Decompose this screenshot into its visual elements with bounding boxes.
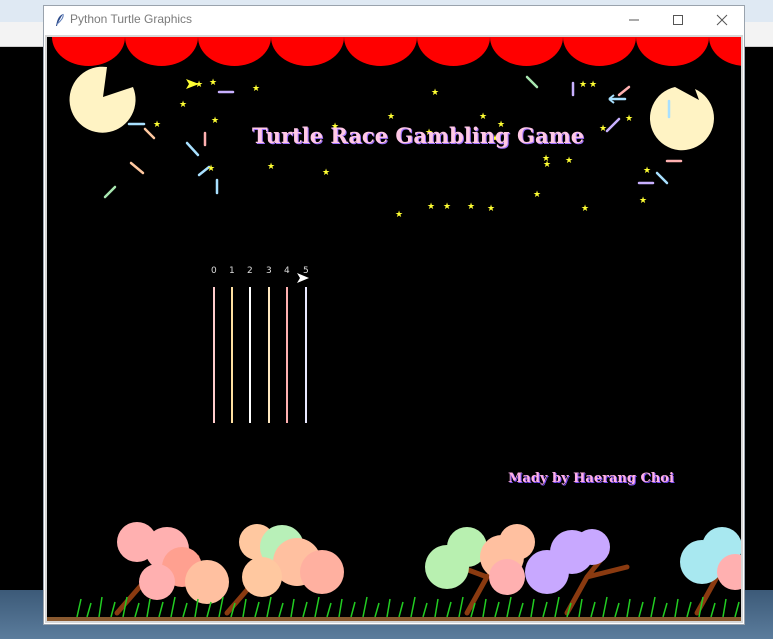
star: ★	[639, 196, 647, 206]
lane-number-3: 3	[266, 266, 272, 276]
pacman-right	[649, 87, 714, 151]
star: ★	[267, 162, 275, 172]
red-awning	[52, 37, 741, 66]
awning-scallop	[417, 37, 490, 66]
foliage-blob	[300, 550, 344, 594]
grass-blades	[76, 596, 740, 618]
awning-scallop	[271, 37, 344, 66]
foliage-blob	[499, 524, 535, 560]
awning-scallop	[125, 37, 198, 66]
minimize-button[interactable]	[612, 6, 656, 34]
awning-scallop	[344, 37, 417, 66]
feather-icon	[52, 12, 68, 28]
star: ★	[211, 116, 219, 126]
star: ★	[387, 112, 395, 122]
star: ★	[579, 80, 587, 90]
star: ★	[431, 88, 439, 98]
star: ★	[443, 202, 451, 212]
star: ★	[487, 204, 495, 214]
confetti-piece	[185, 141, 200, 157]
maximize-button[interactable]	[656, 6, 700, 34]
awning-scallop	[709, 37, 741, 66]
star: ★	[179, 100, 187, 110]
star: ★	[209, 78, 217, 88]
star: ★	[625, 114, 633, 124]
race-lanes	[213, 287, 307, 423]
foliage-blob	[139, 564, 175, 600]
star: ★	[581, 204, 589, 214]
foliage-blob	[574, 529, 610, 565]
turtle-window[interactable]: Python Turtle Graphics ★ ★ ★ ★ ★ ★ ★ ★ ★…	[43, 5, 745, 625]
awning-scallop	[636, 37, 709, 66]
awning-scallop	[52, 37, 125, 66]
confetti-piece	[525, 75, 539, 89]
lane-number-2: 2	[247, 266, 253, 276]
title-bar[interactable]: Python Turtle Graphics	[44, 6, 744, 34]
close-button[interactable]	[700, 6, 744, 34]
star: ★	[643, 166, 651, 176]
confetti-piece	[655, 171, 669, 185]
ground-line	[47, 617, 741, 621]
lane-number-0: 0	[211, 266, 217, 276]
star: ★	[599, 124, 607, 134]
game-title: Turtle Race Gambling Game	[252, 123, 585, 148]
confetti-piece	[129, 161, 145, 175]
awning-scallop	[490, 37, 563, 66]
awning-scallop	[563, 37, 636, 66]
confetti-piece	[143, 127, 156, 140]
foliage-blob	[242, 557, 282, 597]
foliage-blob	[489, 559, 525, 595]
confetti-piece	[617, 85, 631, 97]
minimize-icon	[629, 19, 639, 21]
star: ★	[153, 120, 161, 130]
star: ★	[427, 202, 435, 212]
confetti-piece	[605, 117, 621, 133]
lane-number-5: 5	[303, 266, 309, 276]
lane-number-4: 4	[284, 266, 290, 276]
grass	[76, 596, 740, 618]
star: ★	[322, 168, 330, 178]
awning-scallop	[198, 37, 271, 66]
star: ★	[543, 160, 551, 170]
stars: ★ ★ ★ ★ ★ ★ ★ ★ ★ ★ ★ ★ ★ ★ ★ ★ ★ ★ ★ ★	[153, 78, 651, 220]
tree-row	[114, 522, 741, 616]
credit-text: Mady by Haerang Choi	[508, 471, 674, 486]
star: ★	[207, 164, 215, 174]
foliage	[117, 522, 741, 604]
maximize-icon	[673, 15, 683, 25]
window-title: Python Turtle Graphics	[70, 12, 193, 26]
lane-number-1: 1	[229, 266, 235, 276]
turtle-canvas[interactable]: ★ ★ ★ ★ ★ ★ ★ ★ ★ ★ ★ ★ ★ ★ ★ ★ ★ ★ ★ ★	[45, 35, 743, 623]
pacman-left	[69, 66, 136, 133]
star: ★	[589, 80, 597, 90]
star: ★	[565, 156, 573, 166]
close-icon	[716, 14, 728, 26]
confetti-piece	[103, 185, 117, 199]
star: ★	[467, 202, 475, 212]
star: ★	[395, 210, 403, 220]
star: ★	[479, 112, 487, 122]
star: ★	[533, 190, 541, 200]
star: ★	[252, 84, 260, 94]
